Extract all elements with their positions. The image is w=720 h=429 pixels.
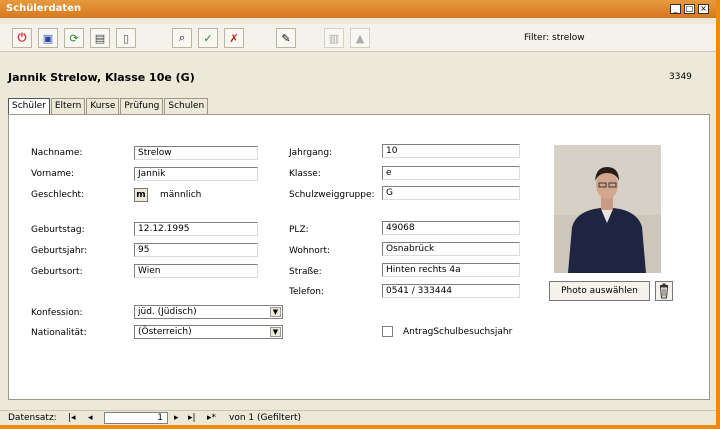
antrag-label: AntragSchulbesuchsjahr xyxy=(403,327,513,337)
nachname-field[interactable]: Strelow xyxy=(134,146,258,160)
new-record-nav-button[interactable]: ▸* xyxy=(207,413,216,423)
konfession-label: Konfession: xyxy=(31,308,83,318)
vorname-label: Vorname: xyxy=(31,169,75,179)
title-bar: Schülerdaten _ □ × xyxy=(0,0,716,18)
prev-record-button[interactable]: ◂ xyxy=(88,413,93,423)
geschlecht-value: männlich xyxy=(160,190,202,200)
tab-schulen[interactable]: Schulen xyxy=(164,98,209,114)
first-record-button[interactable]: |◂ xyxy=(68,413,76,423)
schulzweig-label: Schulzweiggruppe: xyxy=(289,190,375,200)
klasse-field[interactable]: e xyxy=(382,166,520,180)
nationalitaet-select[interactable]: (Österreich) ▼ xyxy=(134,325,283,339)
gender-toggle-button[interactable]: m xyxy=(134,188,148,202)
photo-select-button[interactable]: Photo auswählen xyxy=(549,281,650,301)
telefon-field[interactable]: 0541 / 333444 xyxy=(382,284,520,298)
plz-field[interactable]: 49068 xyxy=(382,221,520,235)
up-icon[interactable]: ▲ xyxy=(350,28,370,48)
minimize-button[interactable]: _ xyxy=(670,4,681,14)
application-window: Schülerdaten _ □ × ⏻ ▣ ⟳ ▤ ▯ ⌕ ✓ ✗ ✎ ▥ ▲… xyxy=(0,0,716,425)
geburtsort-label: Geburtsort: xyxy=(31,267,83,277)
geschlecht-label: Geschlecht: xyxy=(31,190,85,200)
geburtstag-label: Geburtstag: xyxy=(31,225,85,235)
record-total: von 1 (Gefiltert) xyxy=(229,413,301,423)
delete-photo-button[interactable] xyxy=(655,281,673,301)
close-button[interactable]: × xyxy=(698,4,709,14)
tab-schueler[interactable]: Schüler xyxy=(8,98,50,114)
wohnort-label: Wohnort: xyxy=(289,246,331,256)
record-navigator: Datensatz: |◂ ◂ 1 ▸ ▸| ▸* von 1 (Gefilte… xyxy=(0,410,716,425)
telefon-label: Telefon: xyxy=(289,287,324,297)
filter-label: Filter: xyxy=(524,33,550,43)
geburtsjahr-field[interactable]: 95 xyxy=(134,243,258,257)
student-photo xyxy=(554,145,661,273)
tab-strip: Schüler Eltern Kurse Prüfung Schulen xyxy=(8,98,209,114)
remove-filter-icon[interactable]: ✗ xyxy=(224,28,244,48)
vorname-field[interactable]: Jannik xyxy=(134,167,258,181)
trash-icon xyxy=(659,283,669,299)
tab-pruefung[interactable]: Prüfung xyxy=(120,98,164,114)
geburtsort-field[interactable]: Wien xyxy=(134,264,258,278)
save-icon[interactable]: ▣ xyxy=(38,28,58,48)
find-icon[interactable]: ⌕ xyxy=(172,28,192,48)
record-number-field[interactable]: 1 xyxy=(104,412,168,424)
student-photo-image xyxy=(554,145,661,273)
student-id: 3349 xyxy=(669,72,692,82)
konfession-select[interactable]: jüd. (Jüdisch) ▼ xyxy=(134,305,283,319)
exit-icon[interactable]: ⏻ xyxy=(12,28,32,48)
filter-display: Filter: strelow xyxy=(524,33,585,43)
geburtsjahr-label: Geburtsjahr: xyxy=(31,246,88,256)
schulzweig-field[interactable]: G xyxy=(382,186,520,200)
refresh-icon[interactable]: ⟳ xyxy=(64,28,84,48)
window-title: Schülerdaten xyxy=(6,3,82,14)
new-record-icon[interactable]: ▯ xyxy=(116,28,136,48)
nationalitaet-label: Nationalität: xyxy=(31,328,87,338)
wohnort-field[interactable]: Osnabrück xyxy=(382,242,520,256)
strasse-field[interactable]: Hinten rechts 4a xyxy=(382,263,520,277)
nationalitaet-value: (Österreich) xyxy=(138,327,192,337)
toolbar: ⏻ ▣ ⟳ ▤ ▯ ⌕ ✓ ✗ ✎ ▥ ▲ Filter: strelow xyxy=(0,24,716,52)
klasse-label: Klasse: xyxy=(289,169,321,179)
last-record-button[interactable]: ▸| xyxy=(188,413,196,423)
plz-label: PLZ: xyxy=(289,225,309,235)
filter-value: strelow xyxy=(552,33,585,43)
chevron-down-icon[interactable]: ▼ xyxy=(270,327,281,337)
jahrgang-field[interactable]: 10 xyxy=(382,144,520,158)
maximize-button[interactable]: □ xyxy=(684,4,695,14)
schueler-pane: Nachname: Strelow Vorname: Jannik Geschl… xyxy=(8,114,710,400)
strasse-label: Straße: xyxy=(289,267,322,277)
geburtstag-field[interactable]: 12.12.1995 xyxy=(134,222,258,236)
antrag-checkbox[interactable] xyxy=(382,326,393,337)
student-header: Jannik Strelow, Klasse 10e (G) xyxy=(8,71,195,84)
print-icon[interactable]: ▤ xyxy=(90,28,110,48)
record-label: Datensatz: xyxy=(8,413,57,423)
nachname-label: Nachname: xyxy=(31,148,83,158)
filter-icon[interactable]: ✓ xyxy=(198,28,218,48)
edit-icon[interactable]: ✎ xyxy=(276,28,296,48)
tab-kurse[interactable]: Kurse xyxy=(86,98,120,114)
tab-eltern[interactable]: Eltern xyxy=(50,98,86,114)
columns-icon[interactable]: ▥ xyxy=(324,28,344,48)
konfession-value: jüd. (Jüdisch) xyxy=(138,307,197,317)
jahrgang-label: Jahrgang: xyxy=(289,148,333,158)
chevron-down-icon[interactable]: ▼ xyxy=(270,307,281,317)
next-record-button[interactable]: ▸ xyxy=(174,413,179,423)
